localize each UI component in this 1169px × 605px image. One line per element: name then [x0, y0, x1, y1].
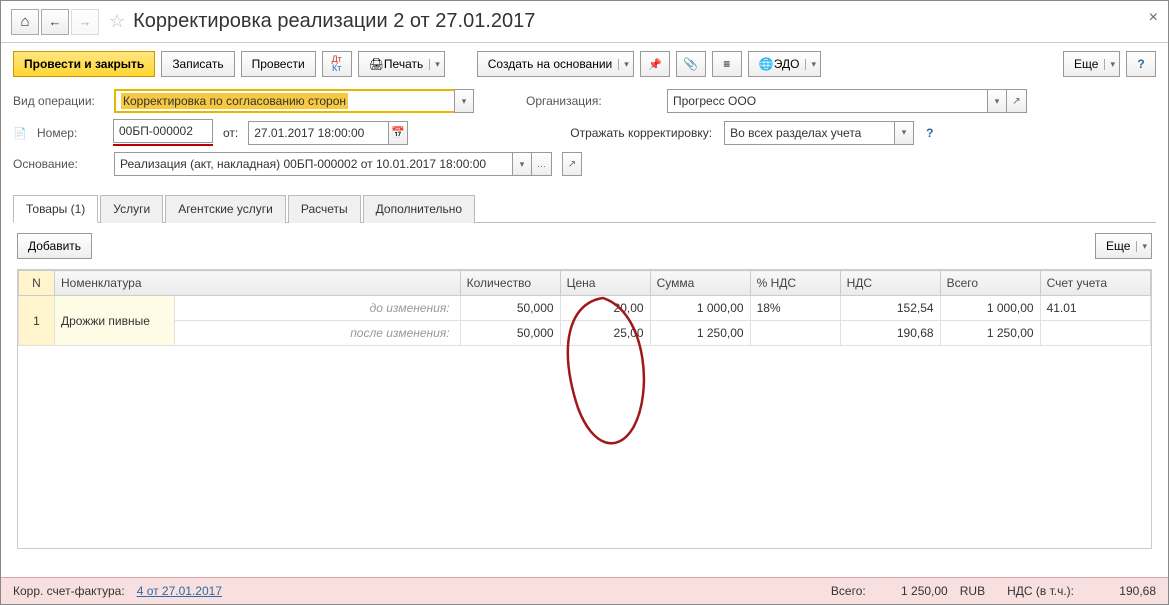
- grid-more-button[interactable]: Еще: [1095, 233, 1152, 259]
- basis-open[interactable]: [562, 152, 582, 176]
- dtkt-button[interactable]: ДтКт: [322, 51, 352, 77]
- reflect-dropdown[interactable]: ▾: [894, 121, 914, 145]
- cell-n: 1: [19, 296, 55, 346]
- cell-vatrate-after: [750, 321, 840, 346]
- tab-services[interactable]: Услуги: [100, 195, 163, 223]
- window-title: Корректировка реализации 2 от 27.01.2017: [133, 10, 535, 33]
- footer-vat-label: НДС (в т.ч.):: [1007, 584, 1074, 598]
- print-icon: [369, 57, 384, 71]
- calendar-icon: [391, 126, 405, 139]
- op-type-dropdown[interactable]: ▾: [454, 89, 474, 113]
- op-type-label: Вид операции:: [13, 94, 108, 108]
- invoice-label: Корр. счет-фактура:: [13, 584, 125, 598]
- pin-button[interactable]: [640, 51, 670, 77]
- table-row[interactable]: 1 Дрожжи пивные до изменения: 50,000 20,…: [19, 296, 1151, 321]
- cell-qty-after: 50,000: [460, 321, 560, 346]
- reflect-help[interactable]: ?: [926, 126, 933, 140]
- cell-sum-before: 1 000,00: [650, 296, 750, 321]
- print-button[interactable]: Печать: [358, 51, 445, 77]
- doc-icon: [13, 126, 31, 140]
- add-row-button[interactable]: Добавить: [17, 233, 92, 259]
- post-and-close-button[interactable]: Провести и закрыть: [13, 51, 155, 77]
- col-vatrate[interactable]: % НДС: [750, 271, 840, 296]
- attach-button[interactable]: [676, 51, 706, 77]
- post-button[interactable]: Провести: [241, 51, 316, 77]
- footer-currency: RUB: [960, 584, 985, 598]
- tab-goods[interactable]: Товары (1): [13, 195, 98, 223]
- date-input[interactable]: 27.01.2017 18:00:00: [248, 121, 388, 145]
- tab-agent[interactable]: Агентские услуги: [165, 195, 286, 223]
- table-row[interactable]: после изменения: 50,000 25,00 1 250,00 1…: [19, 321, 1151, 346]
- col-qty[interactable]: Количество: [460, 271, 560, 296]
- pin-icon: [648, 57, 662, 71]
- number-input[interactable]: 00БП-000002: [113, 119, 213, 143]
- attach-icon: [683, 57, 698, 71]
- basis-label: Основание:: [13, 157, 108, 171]
- number-label: Номер:: [37, 126, 107, 140]
- op-type-input[interactable]: Корректировка по согласованию сторон: [114, 89, 454, 113]
- cell-qty-before: 50,000: [460, 296, 560, 321]
- close-icon[interactable]: ×: [1149, 9, 1158, 27]
- nav-back-button[interactable]: [41, 9, 69, 35]
- footer-vat-value: 190,68: [1086, 584, 1156, 598]
- favorite-star-icon[interactable]: ☆: [109, 11, 125, 32]
- col-account[interactable]: Счет учета: [1040, 271, 1150, 296]
- cell-sum-after: 1 250,00: [650, 321, 750, 346]
- after-label: после изменения:: [175, 321, 461, 346]
- col-vat[interactable]: НДС: [840, 271, 940, 296]
- before-label: до изменения:: [175, 296, 461, 321]
- cell-vatrate-before: 18%: [750, 296, 840, 321]
- date-picker[interactable]: [388, 121, 408, 145]
- tab-extra[interactable]: Дополнительно: [363, 195, 475, 223]
- tab-calc[interactable]: Расчеты: [288, 195, 361, 223]
- list-button[interactable]: [712, 51, 742, 77]
- edo-button[interactable]: ЭДО: [748, 51, 821, 77]
- help-button[interactable]: ?: [1126, 51, 1156, 77]
- col-n[interactable]: N: [19, 271, 55, 296]
- org-open[interactable]: [1007, 89, 1027, 113]
- help-icon: ?: [1137, 57, 1144, 71]
- basis-dots[interactable]: …: [532, 152, 552, 176]
- col-item[interactable]: Номенклатура: [55, 271, 461, 296]
- cell-vat-before: 152,54: [840, 296, 940, 321]
- reflect-input[interactable]: Во всех разделах учета: [724, 121, 894, 145]
- list-icon: [723, 57, 730, 71]
- footer-total-label: Всего:: [831, 584, 866, 598]
- edo-icon: [759, 57, 774, 71]
- org-dropdown[interactable]: ▾: [987, 89, 1007, 113]
- col-price[interactable]: Цена: [560, 271, 650, 296]
- create-based-button[interactable]: Создать на основании: [477, 51, 634, 77]
- reflect-label: Отражать корректировку:: [570, 126, 712, 140]
- cell-total-after: 1 250,00: [940, 321, 1040, 346]
- open-icon: [568, 159, 576, 170]
- cell-item: Дрожжи пивные: [55, 296, 175, 346]
- basis-dropdown[interactable]: ▾: [512, 152, 532, 176]
- cell-price-after: 25,00: [560, 321, 650, 346]
- org-label: Организация:: [526, 94, 611, 108]
- save-button[interactable]: Записать: [161, 51, 234, 77]
- col-total[interactable]: Всего: [940, 271, 1040, 296]
- dtkt-icon: ДтКт: [332, 55, 342, 73]
- date-label: от:: [223, 126, 238, 140]
- basis-input[interactable]: Реализация (акт, накладная) 00БП-000002 …: [114, 152, 512, 176]
- nav-forward-button[interactable]: [71, 9, 99, 35]
- invoice-link[interactable]: 4 от 27.01.2017: [137, 584, 222, 598]
- open-icon: [1012, 96, 1020, 107]
- nav-home-button[interactable]: [11, 9, 39, 35]
- org-input[interactable]: Прогресс ООО: [667, 89, 987, 113]
- cell-account: 41.01: [1040, 296, 1150, 321]
- cell-account-after: [1040, 321, 1150, 346]
- cell-price-before: 20,00: [560, 296, 650, 321]
- more-button[interactable]: Еще: [1063, 51, 1120, 77]
- cell-vat-after: 190,68: [840, 321, 940, 346]
- footer-total-value: 1 250,00: [878, 584, 948, 598]
- cell-total-before: 1 000,00: [940, 296, 1040, 321]
- col-sum[interactable]: Сумма: [650, 271, 750, 296]
